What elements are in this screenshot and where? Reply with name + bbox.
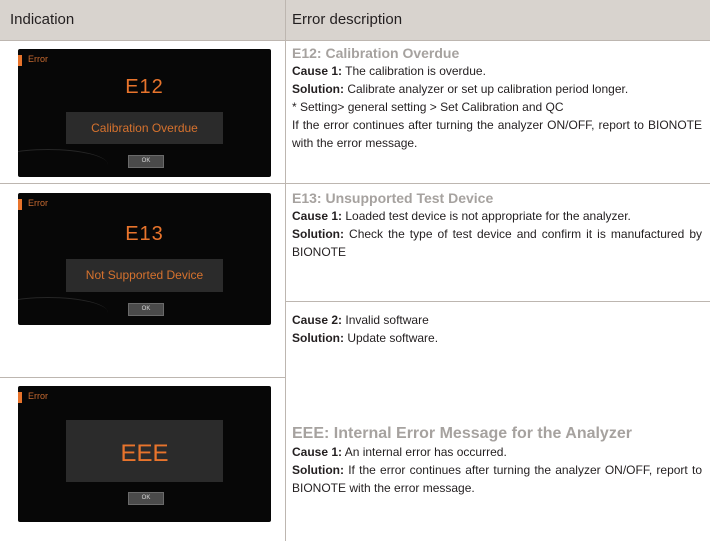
accent-bar	[18, 199, 22, 210]
extra-note: If the error continues after turning the…	[292, 118, 702, 150]
cause-label: Cause 2:	[292, 313, 343, 327]
screen-error-label: Error	[28, 391, 48, 401]
screen-ok-button: OK	[128, 155, 164, 168]
e12-description: E12: Calibration Overdue Cause 1: The ca…	[292, 44, 702, 152]
screen-ok-button: OK	[128, 303, 164, 316]
solution-text: If the error continues after turning the…	[292, 463, 702, 495]
solution-text: Update software.	[347, 331, 439, 345]
cell-divider	[285, 301, 710, 302]
screen-error-code: E13	[125, 223, 164, 245]
screen-message-box: EEE	[66, 420, 223, 482]
screen-decoration	[18, 297, 108, 325]
row-divider	[0, 183, 710, 184]
solution-text: Calibrate analyzer or set up calibration…	[347, 82, 629, 96]
screen-message-box: Calibration Overdue	[66, 112, 223, 144]
solution-label: Solution:	[292, 227, 344, 241]
e13-description: E13: Unsupported Test Device Cause 1: Lo…	[292, 189, 702, 261]
screen-error-label: Error	[28, 54, 48, 64]
eee-screen-image: Error EEE OK	[18, 386, 271, 522]
cause-label: Cause 1:	[292, 209, 343, 223]
cause-text: Invalid software	[345, 313, 429, 327]
cause-label: Cause 1:	[292, 445, 343, 459]
e12-screen-image: Error E12 Calibration Overdue OK	[18, 49, 271, 177]
solution-label: Solution:	[292, 82, 344, 96]
screen-error-label: Error	[28, 198, 48, 208]
eee-title: EEE: Internal Error Message for the Anal…	[292, 425, 632, 442]
accent-bar	[18, 392, 22, 403]
screen-message-box: Not Supported Device	[66, 259, 223, 292]
cause-label: Cause 1:	[292, 64, 343, 78]
table-header: Indication Error description	[0, 0, 710, 41]
cause-text: An internal error has occurred.	[344, 445, 507, 459]
e13-screen-image: Error E13 Not Supported Device OK	[18, 193, 271, 325]
solution-label: Solution:	[292, 331, 344, 345]
column-divider	[285, 0, 286, 541]
cause-text: Loaded test device is not appropriate fo…	[345, 209, 631, 223]
header-error-description: Error description	[292, 11, 403, 28]
solution-text: Check the type of test device and confir…	[292, 227, 702, 259]
eee-description: EEE: Internal Error Message for the Anal…	[292, 425, 702, 497]
cause-text: The calibration is overdue.	[345, 64, 486, 78]
screen-decoration	[18, 149, 108, 177]
header-indication: Indication	[10, 11, 75, 28]
screen-ok-button: OK	[128, 492, 164, 505]
row-divider	[0, 377, 285, 378]
screen-error-code: E12	[125, 76, 164, 98]
accent-bar	[18, 55, 22, 66]
screen-error-code: EEE	[120, 440, 169, 467]
solution-label: Solution:	[292, 463, 344, 477]
error-table: Indication Error description Error E12 C…	[0, 0, 710, 541]
e12-title: E12: Calibration Overdue	[292, 45, 460, 61]
setting-note: * Setting> general setting > Set Calibra…	[292, 100, 564, 114]
e13-title: E13: Unsupported Test Device	[292, 190, 494, 206]
e13-cause2: Cause 2: Invalid software Solution: Upda…	[292, 311, 702, 347]
